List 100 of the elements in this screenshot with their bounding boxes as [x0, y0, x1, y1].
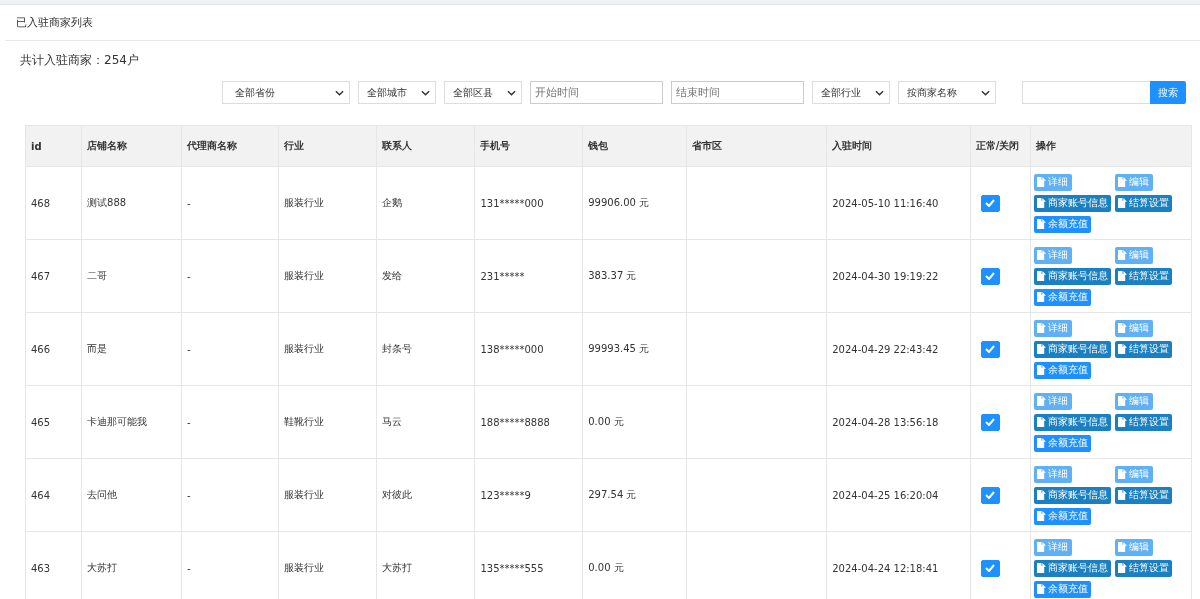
table-cell: 466 [31, 343, 51, 355]
action-button[interactable]: 详细 [1033, 319, 1072, 337]
table-cell: 0.00 元 [588, 562, 624, 573]
table-cell: 135*****555 [480, 562, 544, 574]
action-button[interactable]: 余额充值 [1033, 434, 1091, 452]
table-cell: - [186, 197, 191, 209]
action-button[interactable]: 编辑 [1114, 319, 1153, 337]
table-cell: 2024-04-25 16:20:04 [832, 489, 939, 501]
action-button[interactable]: 详细 [1033, 392, 1072, 410]
document-icon [1117, 396, 1127, 406]
document-icon [1036, 177, 1046, 187]
action-button[interactable]: 余额充值 [1033, 580, 1091, 598]
table-cell: - [186, 489, 191, 501]
document-icon [1117, 563, 1127, 573]
check-icon [985, 199, 996, 207]
dropdown[interactable]: 全部行业 [812, 81, 890, 104]
action-button[interactable]: 商家账号信息 [1033, 340, 1111, 358]
table-cell: 2024-04-28 13:56:18 [832, 416, 939, 428]
table-cell: 大苏打 [87, 562, 118, 573]
chevron-icon [421, 89, 430, 96]
table-cell: 发给 [382, 270, 402, 281]
date-field[interactable]: 开始时间 [530, 81, 663, 104]
document-icon [1036, 563, 1046, 573]
table-cell: 463 [31, 562, 51, 574]
table-cell: - [186, 270, 191, 282]
document-icon [1036, 417, 1046, 427]
table-cell: 服装行业 [284, 270, 325, 281]
table-cell: 383.37 元 [588, 270, 637, 281]
search-button[interactable]: 搜索 [1150, 81, 1186, 104]
status-checkbox[interactable] [980, 486, 1000, 504]
status-checkbox[interactable] [980, 267, 1000, 285]
action-button[interactable]: 结算设置 [1114, 559, 1172, 577]
column-header: 操作 [1030, 125, 1192, 167]
chevron-icon [507, 89, 516, 96]
action-button[interactable]: 编辑 [1114, 246, 1153, 264]
table-cell: 138*****000 [480, 343, 544, 355]
action-button[interactable]: 结算设置 [1114, 340, 1172, 358]
table-cell: 对彼此 [382, 489, 412, 500]
column-header: id [25, 125, 82, 167]
document-icon [1036, 323, 1046, 333]
column-header: 联系人 [376, 125, 475, 167]
document-icon [1036, 469, 1046, 479]
date-field[interactable]: 结束时间 [671, 81, 804, 104]
action-button[interactable]: 商家账号信息 [1033, 267, 1111, 285]
table-cell: 卡迪那可能我 [87, 416, 148, 427]
table-cell: 0.00 元 [588, 416, 624, 427]
action-button[interactable]: 编辑 [1114, 392, 1153, 410]
dropdown[interactable]: 按商家名称 [898, 81, 996, 104]
check-icon [985, 345, 996, 353]
panel-title: 已入驻商家列表 [16, 15, 93, 30]
document-icon [1117, 177, 1127, 187]
action-button[interactable]: 编辑 [1114, 538, 1153, 556]
action-button[interactable]: 详细 [1033, 465, 1072, 483]
check-icon [985, 491, 996, 499]
action-button[interactable]: 详细 [1033, 173, 1072, 191]
action-button[interactable]: 余额充值 [1033, 215, 1091, 233]
action-button[interactable]: 结算设置 [1114, 486, 1172, 504]
table-cell: 2024-04-24 12:18:41 [832, 562, 939, 574]
action-button[interactable]: 编辑 [1114, 173, 1153, 191]
table-cell: 测试888 [87, 197, 127, 208]
table-cell: 131*****000 [480, 197, 544, 209]
action-button[interactable]: 结算设置 [1114, 413, 1172, 431]
dropdown[interactable]: 全部区县 [444, 81, 522, 104]
action-button[interactable]: 商家账号信息 [1033, 559, 1111, 577]
document-icon [1117, 250, 1127, 260]
check-icon [985, 564, 996, 572]
action-button[interactable]: 结算设置 [1114, 194, 1172, 212]
action-button[interactable]: 余额充值 [1033, 288, 1091, 306]
document-icon [1036, 511, 1046, 521]
action-button[interactable]: 商家账号信息 [1033, 486, 1111, 504]
action-button[interactable]: 商家账号信息 [1033, 194, 1111, 212]
table-cell: 服装行业 [284, 197, 325, 208]
search-field[interactable] [1022, 81, 1150, 104]
action-button[interactable]: 详细 [1033, 246, 1072, 264]
document-icon [1036, 219, 1046, 229]
document-icon [1117, 323, 1127, 333]
table-cell: 2024-04-30 19:19:22 [832, 270, 939, 282]
table-cell: 二哥 [87, 270, 108, 281]
dropdown[interactable]: 全部城市 [358, 81, 436, 104]
column-header: 手机号 [474, 125, 583, 167]
document-icon [1117, 344, 1127, 354]
dropdown[interactable]: 全部省份 [222, 81, 350, 104]
action-button[interactable]: 详细 [1033, 538, 1072, 556]
table-cell: 去问他 [87, 489, 118, 500]
column-header: 代理商名称 [181, 125, 279, 167]
column-header: 入驻时间 [826, 125, 971, 167]
action-button[interactable]: 结算设置 [1114, 267, 1172, 285]
status-checkbox[interactable] [980, 559, 1000, 577]
action-button[interactable]: 余额充值 [1033, 361, 1091, 379]
document-icon [1036, 198, 1046, 208]
action-button[interactable]: 余额充值 [1033, 507, 1091, 525]
action-button[interactable]: 编辑 [1114, 465, 1153, 483]
action-button[interactable]: 商家账号信息 [1033, 413, 1111, 431]
table-cell: 大苏打 [382, 562, 412, 573]
status-checkbox[interactable] [980, 413, 1000, 431]
table-cell: 468 [31, 197, 51, 209]
status-checkbox[interactable] [980, 340, 1000, 358]
table-cell: - [186, 416, 191, 428]
status-checkbox[interactable] [980, 194, 1000, 212]
table-cell: - [186, 343, 191, 355]
